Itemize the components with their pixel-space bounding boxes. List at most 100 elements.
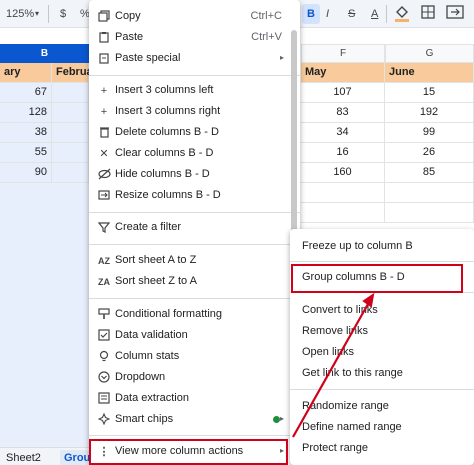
italic-button[interactable]: I — [326, 4, 329, 24]
column-header-f[interactable]: F — [301, 44, 385, 63]
menu-label: Conditional formatting — [115, 308, 223, 320]
paste-special-icon — [97, 52, 111, 66]
submenu-item-define-named-range[interactable]: Define named range — [302, 421, 402, 433]
chevron-down-icon[interactable]: ▾ — [35, 4, 39, 24]
chevron-right-icon: ▸ — [279, 414, 284, 423]
table-cell[interactable]: 55 — [0, 143, 52, 163]
table-cell[interactable]: 107 — [301, 83, 385, 103]
menu-divider — [290, 389, 474, 390]
menu-item-copy[interactable]: Copy Ctrl+C — [89, 7, 300, 28]
zoom-select[interactable]: 125% — [6, 4, 34, 24]
table-cell[interactable]: 67 — [0, 83, 52, 103]
column-selection — [0, 183, 89, 447]
column-header-g[interactable]: G — [385, 44, 474, 63]
menu-label: Clear columns B - D — [115, 147, 214, 159]
submenu-item-get-link[interactable]: Get link to this range — [302, 367, 403, 379]
validation-icon — [97, 329, 111, 343]
menu-label: Sort sheet Z to A — [115, 275, 197, 287]
submenu-item-open-links[interactable]: Open links — [302, 346, 354, 358]
extraction-icon — [97, 392, 111, 406]
close-icon: ✕ — [99, 148, 109, 160]
plus-icon: + — [100, 85, 108, 97]
text-color-button[interactable]: A — [371, 4, 378, 24]
menu-item-insert-right[interactable]: + Insert 3 columns right — [89, 102, 300, 123]
menu-item-paste[interactable]: Paste Ctrl+V — [89, 28, 300, 49]
menu-label: Sort sheet A to Z — [115, 254, 197, 266]
menu-item-sort-za[interactable]: ZA Sort sheet Z to A — [89, 272, 300, 293]
shortcut-label: Ctrl+V — [251, 31, 282, 43]
menu-item-hide-columns[interactable]: Hide columns B - D — [89, 165, 300, 186]
menu-label: Hide columns B - D — [115, 168, 210, 180]
table-cell[interactable]: 16 — [301, 143, 385, 163]
menu-item-delete-columns[interactable]: Delete columns B - D — [89, 123, 300, 144]
menu-label: Insert 3 columns left — [115, 84, 214, 96]
table-cell[interactable]: 85 — [385, 163, 474, 183]
menu-item-column-stats[interactable]: Column stats — [89, 347, 300, 368]
table-cell[interactable]: 90 — [0, 163, 52, 183]
menu-item-insert-left[interactable]: + Insert 3 columns left — [89, 81, 300, 102]
table-cell[interactable]: 34 — [301, 123, 385, 143]
bold-button[interactable]: B — [302, 4, 320, 24]
filter-icon — [97, 221, 111, 235]
table-cell[interactable] — [301, 203, 385, 223]
menu-label: Paste — [115, 31, 144, 43]
column-header-b[interactable]: B — [0, 44, 89, 63]
menu-item-sort-az[interactable]: AZ Sort sheet A to Z — [89, 251, 300, 272]
table-cell[interactable] — [52, 103, 89, 123]
table-cell[interactable]: 15 — [385, 83, 474, 103]
menu-label: Create a filter — [115, 221, 182, 233]
menu-item-paste-special[interactable]: Paste special ▸ — [89, 49, 300, 70]
menu-label: Insert 3 columns right — [115, 105, 221, 117]
table-cell[interactable]: 99 — [385, 123, 474, 143]
table-cell[interactable] — [52, 143, 89, 163]
borders-icon[interactable] — [420, 4, 436, 24]
bulb-icon — [97, 350, 111, 364]
sort-za-icon: ZA — [98, 277, 110, 287]
merge-cells-icon[interactable] — [446, 4, 464, 24]
submenu-item-convert-links[interactable]: Convert to links — [302, 304, 378, 316]
highlight-box-more-actions — [89, 439, 288, 465]
currency-button[interactable]: $ — [60, 4, 66, 24]
submenu-item-protect-range[interactable]: Protect range — [302, 442, 368, 454]
menu-divider — [89, 244, 300, 245]
menu-label: Data validation — [115, 329, 188, 341]
menu-item-conditional-formatting[interactable]: Conditional formatting — [89, 305, 300, 326]
strikethrough-button[interactable]: S — [348, 4, 355, 24]
submenu-item-remove-links[interactable]: Remove links — [302, 325, 368, 337]
menu-label: Column stats — [115, 350, 180, 362]
table-cell[interactable]: 192 — [385, 103, 474, 123]
menu-item-data-validation[interactable]: Data validation — [89, 326, 300, 347]
table-cell[interactable] — [385, 203, 474, 223]
menu-item-smart-chips[interactable]: Smart chips ▸ — [89, 410, 300, 431]
table-cell[interactable]: 128 — [0, 103, 52, 123]
highlight-box-group-columns — [291, 264, 463, 293]
table-cell[interactable]: 83 — [301, 103, 385, 123]
submenu-item-randomize[interactable]: Randomize range — [302, 400, 389, 412]
tab-sheet2[interactable]: Sheet2 — [6, 450, 41, 465]
table-cell[interactable] — [385, 183, 474, 203]
menu-label: Copy — [115, 10, 141, 22]
menu-label: Data extraction — [115, 392, 189, 404]
smart-chip-icon — [97, 412, 111, 427]
header-cell-may[interactable]: May — [301, 63, 385, 83]
header-cell-january[interactable]: ary — [0, 63, 52, 83]
menu-item-create-filter[interactable]: Create a filter — [89, 218, 300, 239]
table-cell[interactable] — [52, 123, 89, 143]
menu-item-dropdown[interactable]: Dropdown — [89, 368, 300, 389]
table-cell[interactable]: 26 — [385, 143, 474, 163]
menu-item-resize-columns[interactable]: Resize columns B - D — [89, 186, 300, 207]
table-cell[interactable] — [52, 163, 89, 183]
menu-item-clear-columns[interactable]: ✕ Clear columns B - D — [89, 144, 300, 165]
hide-icon — [97, 168, 111, 182]
submenu-item-freeze[interactable]: Freeze up to column B — [302, 240, 413, 252]
paint-icon — [97, 308, 111, 322]
sort-az-icon: AZ — [98, 256, 110, 266]
table-cell[interactable]: 160 — [301, 163, 385, 183]
table-cell[interactable] — [301, 183, 385, 203]
header-cell-june[interactable]: June — [385, 63, 474, 83]
header-cell-february[interactable]: Februa — [52, 63, 93, 83]
fill-color-icon[interactable] — [394, 4, 410, 24]
table-cell[interactable] — [52, 83, 89, 103]
table-cell[interactable]: 38 — [0, 123, 52, 143]
menu-item-data-extraction[interactable]: Data extraction — [89, 389, 300, 410]
